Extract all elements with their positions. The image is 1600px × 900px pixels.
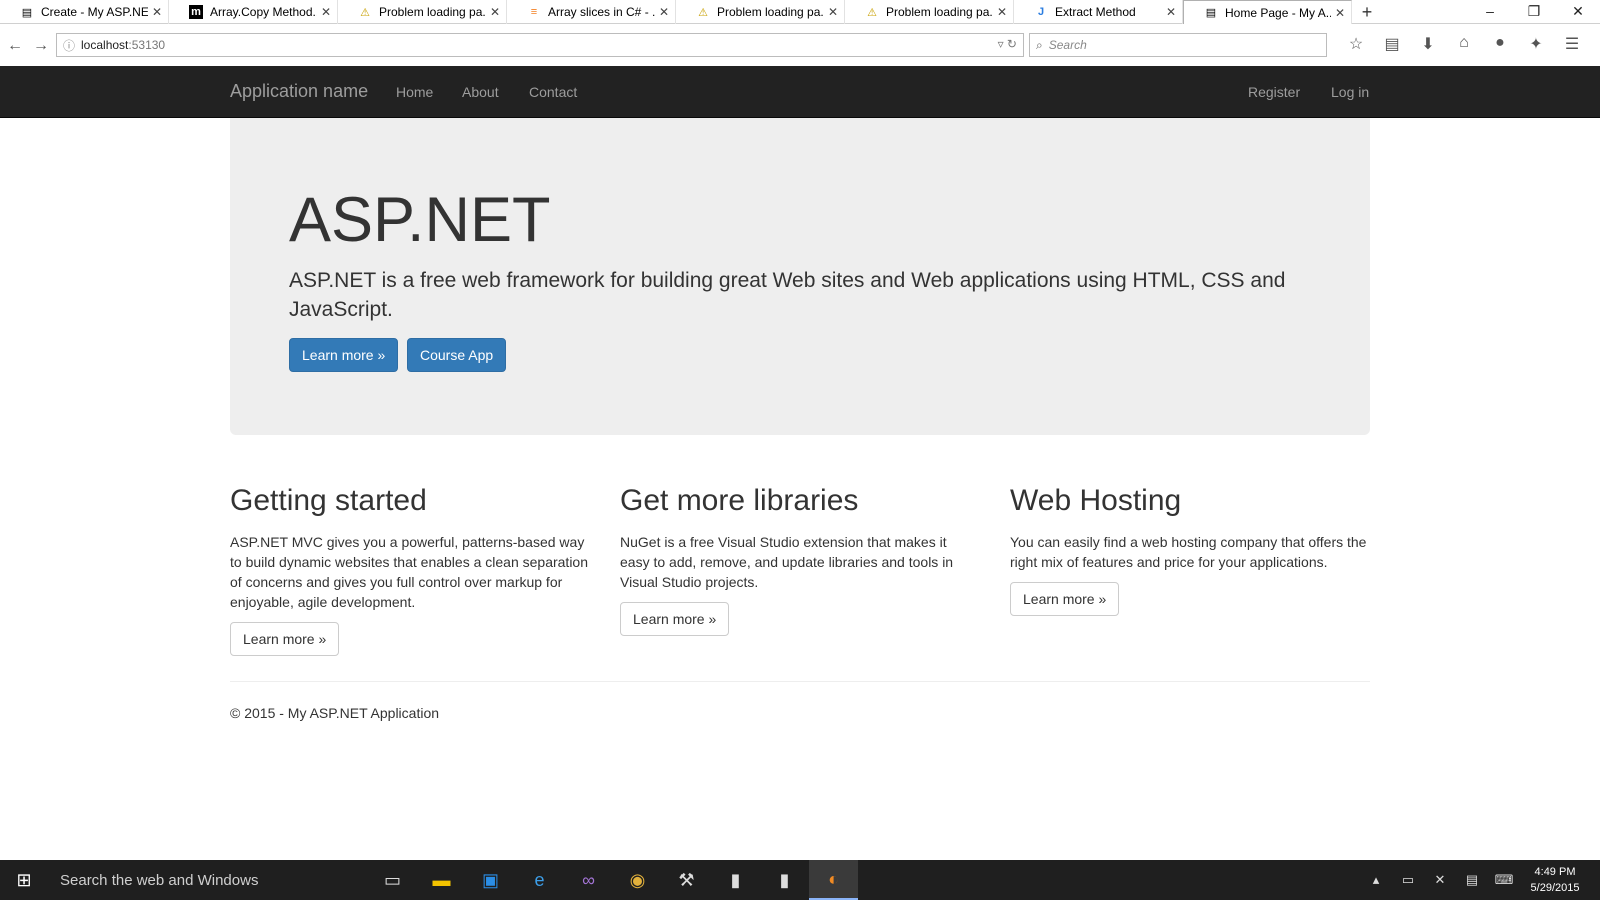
nav-about[interactable]: About (462, 84, 499, 100)
new-tab-button[interactable]: + (1352, 0, 1382, 24)
column-text: ASP.NET MVC gives you a powerful, patter… (230, 534, 588, 610)
url-bar[interactable]: ⓘ localhost:53130 ▿ ↻ (56, 33, 1024, 57)
course-app-button[interactable]: Course App (407, 338, 507, 372)
jumbotron-lead: ASP.NET is a free web framework for buil… (289, 269, 1286, 321)
system-tray: ▴ ▭ ✕ ▤ ⌨ 4:49 PM 5/29/2015 (1360, 860, 1590, 900)
minimize-icon[interactable]: – (1468, 0, 1512, 24)
close-icon[interactable]: ✕ (1166, 5, 1176, 19)
stackoverflow-icon: ≡ (530, 6, 538, 18)
learn-more-button[interactable]: Learn more » (289, 338, 399, 372)
browser-tab-active[interactable]: ▤ Home Page - My A... ✕ (1183, 0, 1352, 24)
msdn-icon: m (189, 5, 203, 19)
clock[interactable]: 4:49 PM 5/29/2015 (1520, 864, 1590, 896)
browser-tab[interactable]: ≡ Array slices in C# - ... ✕ (507, 0, 676, 24)
search-input[interactable]: ⌕ Search (1029, 33, 1327, 57)
store-icon[interactable]: ▣ (466, 860, 515, 900)
column-hosting: Web Hosting You can easily find a web ho… (1010, 484, 1370, 616)
footer-text: © 2015 - My ASP.NET Application (230, 705, 440, 721)
warning-icon: ⚠ (360, 6, 370, 19)
nav-login[interactable]: Log in (1331, 84, 1369, 100)
chat-icon[interactable]: ● (1482, 34, 1518, 54)
menu-icon[interactable]: ☰ (1554, 34, 1590, 54)
column-libraries: Get more libraries NuGet is a free Visua… (620, 484, 980, 636)
close-icon[interactable]: ✕ (828, 5, 838, 19)
learn-more-button[interactable]: Learn more » (620, 602, 730, 636)
keyboard-icon[interactable]: ⌨ (1488, 872, 1520, 888)
learn-more-button[interactable]: Learn more » (230, 622, 340, 656)
close-icon[interactable]: ✕ (321, 5, 331, 19)
toolbar-icons: ☆ ▤ ⬇ ⌂ ● ✦ ☰ (1338, 34, 1590, 54)
task-view-icon[interactable]: ▭ (368, 860, 417, 900)
browser-tab[interactable]: ⚠ Problem loading pa... ✕ (676, 0, 845, 24)
taskbar-search[interactable]: Search the web and Windows (48, 860, 368, 900)
browser-tab[interactable]: ⚠ Problem loading pa... ✕ (338, 0, 507, 24)
close-window-icon[interactable]: ✕ (1556, 0, 1600, 24)
taskbar: ⊞ Search the web and Windows ▭ ▬ ▣ e ∞ ◉… (0, 860, 1600, 900)
brand-link[interactable]: Application name (230, 81, 368, 102)
restore-icon[interactable]: ❐ (1512, 0, 1556, 24)
close-icon[interactable]: ✕ (1335, 6, 1345, 20)
terminal-icon[interactable]: ▮ (760, 860, 809, 900)
column-text: NuGet is a free Visual Studio extension … (620, 534, 954, 590)
browser-tab[interactable]: ▤ Create - My ASP.NE... ✕ (0, 0, 169, 24)
column-getting-started: Getting started ASP.NET MVC gives you a … (230, 484, 590, 656)
notification-icon[interactable]: ▤ (1456, 872, 1488, 888)
reading-list-icon[interactable]: ▤ (1374, 34, 1410, 54)
close-icon[interactable]: ✕ (490, 5, 500, 19)
browser-tab-strip: ▤ Create - My ASP.NE... ✕ m Array.Copy Meth… (0, 0, 1600, 24)
page-icon: ▤ (21, 6, 33, 19)
clock-date: 5/29/2015 (1530, 882, 1580, 894)
chrome-icon[interactable]: ◉ (613, 860, 662, 900)
volume-muted-icon[interactable]: ✕ (1424, 872, 1456, 888)
search-placeholder: Search (1048, 38, 1087, 52)
browser-tab[interactable]: J Extract Method ✕ (1014, 0, 1183, 24)
download-icon[interactable]: ⬇ (1410, 34, 1446, 54)
firefox-icon[interactable]: ◐ (809, 860, 858, 900)
search-icon: ⌕ (1036, 37, 1043, 52)
browser-toolbar: ← → ⓘ localhost:53130 ▿ ↻ ⌕ Search ☆ ▤ ⬇… (0, 30, 1600, 62)
column-text: You can easily find a web hosting compan… (1010, 534, 1367, 570)
home-icon[interactable]: ⌂ (1446, 34, 1482, 54)
jumbotron-title: ASP.NET (289, 185, 551, 255)
close-icon[interactable]: ✕ (659, 5, 669, 19)
close-icon[interactable]: ✕ (152, 5, 162, 19)
windows-start-icon[interactable]: ⊞ (0, 860, 48, 900)
divider (230, 681, 1370, 682)
visual-studio-icon[interactable]: ∞ (564, 860, 613, 900)
browser-tab[interactable]: m Array.Copy Method... ✕ (169, 0, 338, 24)
page-icon: ▤ (1205, 7, 1217, 19)
column-title: Getting started (230, 484, 427, 517)
nav-home[interactable]: Home (396, 84, 433, 100)
nav-contact[interactable]: Contact (529, 84, 577, 100)
nav-register[interactable]: Register (1248, 84, 1300, 100)
bookmark-star-icon[interactable]: ☆ (1338, 34, 1374, 54)
site-navbar: Application name Home About Contact Regi… (0, 66, 1600, 118)
jetbrains-icon: J (1037, 6, 1045, 18)
warning-icon: ⚠ (698, 6, 708, 19)
forward-icon[interactable]: → (30, 35, 52, 57)
network-icon[interactable]: ▭ (1392, 872, 1424, 888)
close-icon[interactable]: ✕ (997, 5, 1007, 19)
extension-icon[interactable]: ✦ (1518, 34, 1554, 54)
site-info-icon[interactable]: ⓘ (63, 37, 75, 54)
chevron-up-icon[interactable]: ▴ (1360, 872, 1392, 888)
back-icon[interactable]: ← (4, 35, 26, 57)
column-title: Get more libraries (620, 484, 859, 517)
url-port: :53130 (128, 38, 166, 52)
url-host: localhost (81, 38, 129, 52)
edge-icon[interactable]: e (515, 860, 564, 900)
warning-icon: ⚠ (867, 6, 877, 19)
file-explorer-icon[interactable]: ▬ (417, 860, 466, 900)
jumbotron: ASP.NET ASP.NET is a free web framework … (230, 118, 1370, 435)
reload-icon[interactable]: ▿ ↻ (998, 37, 1017, 51)
clock-time: 4:49 PM (1534, 866, 1576, 878)
tools-icon[interactable]: ⚒ (662, 860, 711, 900)
browser-tab[interactable]: ⚠ Problem loading pa... ✕ (845, 0, 1014, 24)
window-controls: – ❐ ✕ (1468, 0, 1600, 24)
column-title: Web Hosting (1010, 484, 1182, 517)
learn-more-button[interactable]: Learn more » (1010, 582, 1120, 616)
terminal-icon[interactable]: ▮ (711, 860, 760, 900)
